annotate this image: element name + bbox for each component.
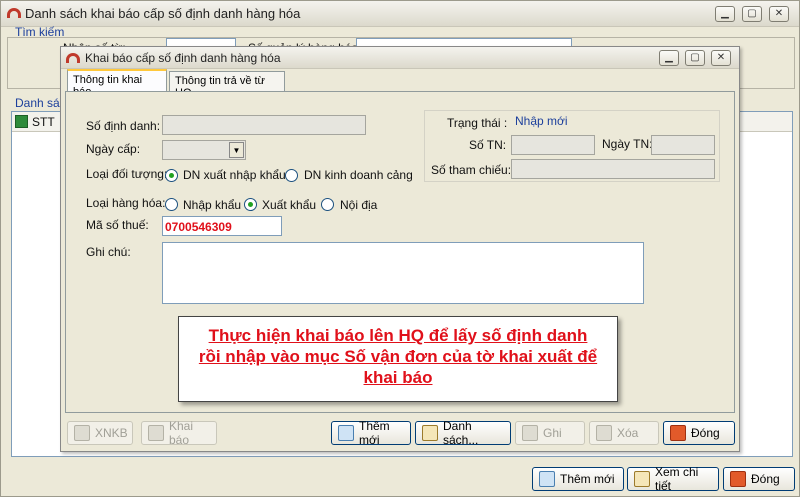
- exit-icon: [730, 471, 746, 487]
- radio-dn-xnk[interactable]: [165, 169, 178, 182]
- tab-thong-tin-tra-ve[interactable]: Thông tin trả về từ HQ: [169, 71, 285, 99]
- khai-bao-label: Khai báo: [169, 419, 194, 447]
- list-group-label: Danh sác: [15, 96, 66, 110]
- so-tham-chieu-label: Số tham chiếu:: [431, 163, 512, 177]
- radio-noi-dia[interactable]: [321, 198, 334, 211]
- xoa-label: Xóa: [617, 426, 639, 440]
- khai-bao-button[interactable]: Khai báo: [141, 419, 217, 447]
- trang-thai-label: Trạng thái :: [447, 116, 508, 130]
- radio-dn-xnk-label: DN xuất nhập khẩu: [183, 168, 286, 182]
- chevron-down-icon[interactable]: ▼: [229, 142, 244, 158]
- add-icon: [338, 425, 354, 441]
- loai-doi-tuong-label: Loại đối tượng:: [86, 167, 168, 181]
- outer-close-label: Đóng: [751, 472, 780, 486]
- app-logo-icon: [7, 8, 21, 18]
- main-title: Danh sách khai báo cấp số định danh hàng…: [25, 6, 301, 21]
- maximize-icon[interactable]: ▢: [742, 6, 762, 22]
- ma-so-thue-input[interactable]: 0700546309: [162, 216, 282, 236]
- xnkb-label: XNKB: [95, 426, 128, 440]
- radio-dn-cang[interactable]: [285, 169, 298, 182]
- tab-thong-tin-khai-bao[interactable]: Thông tin khai báo: [67, 69, 167, 98]
- dong-label: Đóng: [691, 426, 720, 440]
- dialog-maximize-icon[interactable]: ▢: [685, 50, 705, 66]
- declare-icon: [148, 425, 164, 441]
- xnkb-icon: [74, 425, 90, 441]
- dong-button[interactable]: Đóng: [663, 421, 735, 445]
- excel-icon[interactable]: [15, 115, 28, 128]
- loai-hang-hoa-label: Loại hàng hóa:: [86, 196, 166, 210]
- dialog-minimize-icon[interactable]: ▁: [659, 50, 679, 66]
- status-group: Trạng thái : Nhập mới Số TN: Ngày TN: Số…: [424, 110, 720, 182]
- so-dinh-danh-field[interactable]: [162, 115, 366, 135]
- ngay-cap-label: Ngày cấp:: [86, 142, 141, 156]
- close-icon[interactable]: ✕: [769, 6, 789, 22]
- ghi-label: Ghi: [543, 426, 562, 440]
- so-tn-field[interactable]: [511, 135, 595, 155]
- main-titlebar: Danh sách khai báo cấp số định danh hàng…: [1, 1, 799, 27]
- ma-so-thue-label: Mã số thuế:: [86, 218, 149, 232]
- so-tn-label: Số TN:: [469, 138, 507, 152]
- minimize-icon[interactable]: ▁: [715, 6, 735, 22]
- instruction-callout: Thực hiện khai báo lên HQ để lấy số định…: [178, 316, 618, 402]
- them-moi-button[interactable]: Thêm mới: [331, 419, 411, 447]
- outer-add-button[interactable]: Thêm mới: [532, 467, 624, 491]
- so-tham-chieu-field[interactable]: [511, 159, 715, 179]
- radio-dn-cang-label: DN kinh doanh cảng: [304, 168, 413, 182]
- danh-sach-label: Danh sách...: [443, 419, 479, 447]
- add-icon: [539, 471, 555, 487]
- outer-view-label: Xem chi tiết: [655, 465, 699, 493]
- ngay-cap-picker[interactable]: ▼: [162, 140, 246, 160]
- outer-add-label: Thêm mới: [560, 472, 615, 486]
- radio-noi-dia-label: Nội địa: [340, 198, 378, 212]
- radio-nhap-khau[interactable]: [165, 198, 178, 211]
- xoa-button[interactable]: Xóa: [589, 421, 659, 445]
- outer-view-button[interactable]: Xem chi tiết: [627, 465, 719, 493]
- them-moi-label: Thêm mới: [359, 419, 390, 447]
- outer-close-button[interactable]: Đóng: [723, 467, 795, 491]
- ngay-tn-field[interactable]: [651, 135, 715, 155]
- dialog-close-icon[interactable]: ✕: [711, 50, 731, 66]
- ghi-chu-textarea[interactable]: [162, 242, 644, 304]
- so-dinh-danh-label: Số định danh:: [86, 119, 161, 133]
- danh-sach-button[interactable]: Danh sách...: [415, 419, 511, 447]
- trang-thai-value: Nhập mới: [515, 114, 568, 128]
- exit-icon: [670, 425, 686, 441]
- dialog-logo-icon: [66, 53, 80, 63]
- ghi-button[interactable]: Ghi: [515, 421, 585, 445]
- xnkb-button[interactable]: XNKB: [67, 421, 133, 445]
- radio-xuat-khau[interactable]: [244, 198, 257, 211]
- radio-nhap-khau-label: Nhập khẩu: [183, 198, 242, 212]
- list-icon: [422, 425, 438, 441]
- grid-col-stt: STT: [32, 115, 55, 129]
- delete-icon: [596, 425, 612, 441]
- radio-xuat-khau-label: Xuất khẩu: [262, 198, 317, 212]
- ngay-tn-label: Ngày TN:: [602, 137, 653, 151]
- save-icon: [522, 425, 538, 441]
- dialog-title: Khai báo cấp số định danh hàng hóa: [85, 51, 281, 65]
- ghi-chu-label: Ghi chú:: [86, 245, 131, 259]
- dialog-titlebar: Khai báo cấp số định danh hàng hóa ▁ ▢ ✕: [61, 47, 739, 69]
- view-details-icon: [634, 471, 650, 487]
